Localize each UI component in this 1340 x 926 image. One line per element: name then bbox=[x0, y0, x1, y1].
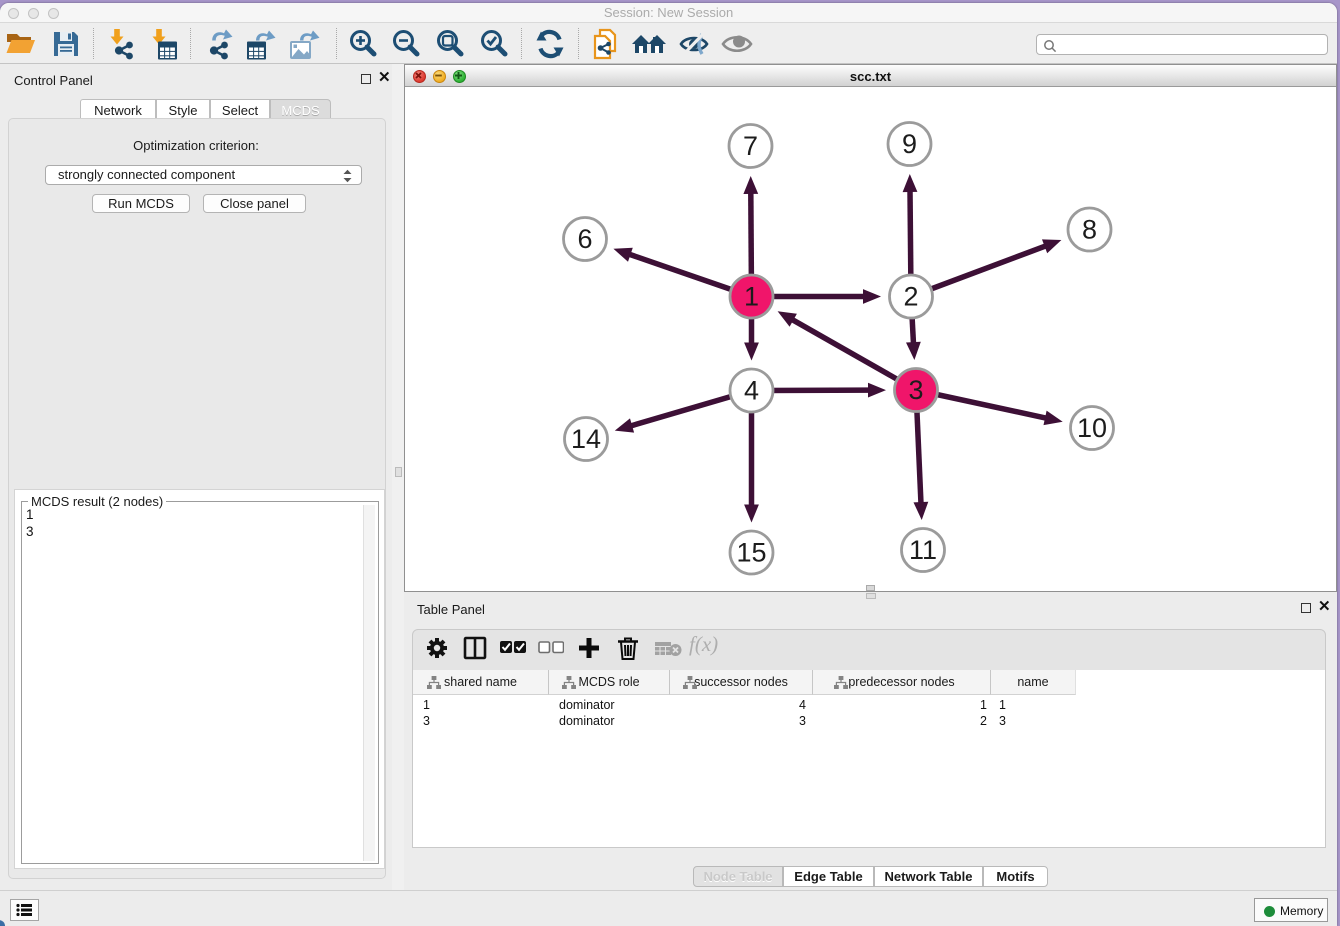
svg-text:8: 8 bbox=[1082, 215, 1097, 245]
svg-text:6: 6 bbox=[577, 224, 592, 254]
svg-text:1: 1 bbox=[744, 282, 759, 312]
svg-text:2: 2 bbox=[903, 282, 918, 312]
svg-text:9: 9 bbox=[902, 129, 917, 159]
svg-text:10: 10 bbox=[1077, 413, 1107, 443]
svg-text:3: 3 bbox=[908, 375, 923, 405]
svg-text:14: 14 bbox=[571, 424, 601, 454]
svg-text:7: 7 bbox=[743, 131, 758, 161]
svg-text:11: 11 bbox=[909, 535, 937, 565]
svg-text:4: 4 bbox=[744, 376, 759, 406]
svg-text:15: 15 bbox=[736, 538, 766, 568]
